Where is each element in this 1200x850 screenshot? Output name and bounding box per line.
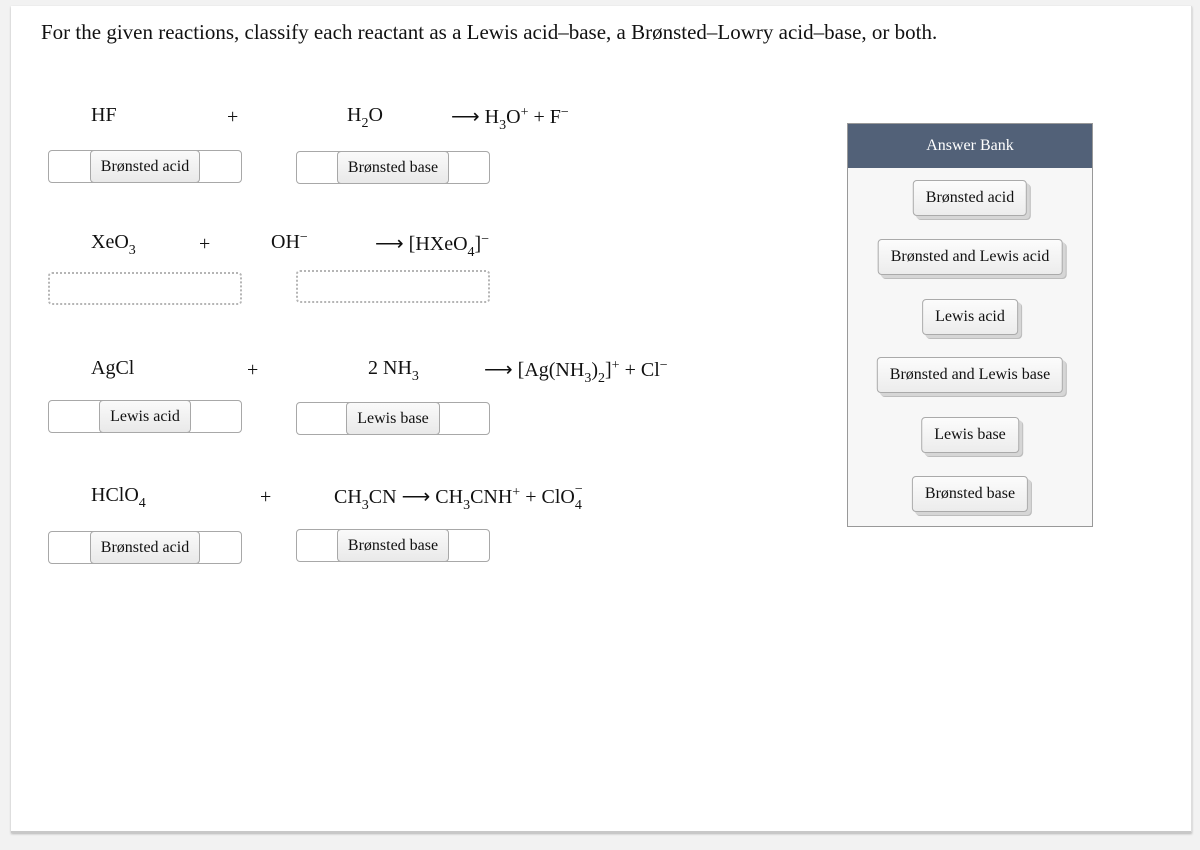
subscript: 4 [467, 245, 475, 260]
subscript: 4 [574, 498, 582, 513]
subscript: 3 [361, 498, 369, 513]
answer-bank-item[interactable]: Brønsted acid [912, 180, 1028, 216]
formula-text: 2 NH [368, 357, 412, 379]
subscript: 3 [463, 498, 471, 513]
answer-bank-item[interactable]: Lewis acid [922, 299, 1018, 335]
answer-bank-item[interactable]: Brønsted and Lewis base [876, 357, 1064, 393]
answer-bank-item[interactable]: Brønsted and Lewis acid [877, 239, 1063, 275]
formula-text: AgCl [91, 357, 135, 379]
superscript: − [560, 105, 569, 120]
formula-text: CN [368, 486, 397, 508]
reaction-4-reactant-1: HClO4 [91, 484, 146, 511]
drop-zone-r4-reactant-2[interactable]: Brønsted base [296, 529, 490, 562]
arrow-icon: ⟶ [484, 359, 513, 381]
superscript: − [659, 358, 668, 373]
answer-chip[interactable]: Brønsted acid [89, 531, 201, 564]
subscript: 3 [128, 243, 136, 258]
reaction-3-products: ⟶ [Ag(NH3)2]+ + Cl− [484, 357, 668, 386]
reaction-1-reactant-2: H2O [347, 104, 383, 131]
question-prompt: For the given reactions, classify each r… [41, 20, 938, 44]
formula-text: + ClO [520, 486, 575, 508]
arrow-icon: ⟶ [401, 486, 431, 508]
formula-text: [Ag(NH [517, 359, 585, 381]
answer-bank-title: Answer Bank [848, 124, 1092, 168]
drop-zone-r3-reactant-2[interactable]: Lewis base [296, 402, 490, 435]
arrow-icon: ⟶ [375, 233, 404, 255]
formula-text: O [506, 106, 521, 128]
plus-sign: + [260, 486, 272, 508]
formula-text: CH [435, 486, 464, 508]
subscript: 3 [411, 369, 419, 384]
formula-text: CNH [470, 486, 513, 508]
drop-zone-r2-reactant-1[interactable] [48, 272, 242, 305]
plus-sign: + [199, 233, 211, 255]
formula-text: ) [591, 359, 598, 381]
answer-bank-item[interactable]: Brønsted base [911, 476, 1029, 512]
formula-text: H [347, 104, 362, 126]
reaction-1-reactant-1: HF [91, 104, 117, 127]
drop-zone-r3-reactant-1[interactable]: Lewis acid [48, 400, 242, 433]
formula-text: CH [334, 486, 362, 508]
answer-bank: Answer Bank Brønsted acid Brønsted and L… [847, 123, 1093, 527]
drop-zone-r1-reactant-1[interactable]: Brønsted acid [48, 150, 242, 183]
reaction-3-reactant-2: 2 NH3 [368, 357, 419, 384]
superscript: − [299, 230, 308, 245]
drop-zone-r1-reactant-2[interactable]: Brønsted base [296, 151, 490, 184]
formula-text: + F [528, 106, 561, 128]
subscript: 2 [598, 371, 605, 386]
answer-chip[interactable]: Lewis acid [99, 400, 191, 433]
formula-text: HClO [91, 484, 139, 506]
formula-text: OH [271, 231, 300, 253]
formula-text: ] [605, 359, 612, 381]
answer-chip[interactable]: Brønsted base [336, 529, 450, 562]
formula-text: O [368, 104, 383, 126]
arrow-icon: ⟶ [451, 106, 480, 128]
sup-sub-pair: −4 [575, 482, 587, 513]
superscript: − [481, 232, 490, 247]
reaction-2-reactant-2: OH− [271, 231, 308, 254]
reaction-3-reactant-1: AgCl [91, 357, 134, 380]
answer-chip[interactable]: Lewis base [346, 402, 440, 435]
formula-text: H [484, 106, 500, 128]
drop-zone-r2-reactant-2[interactable] [296, 270, 490, 303]
answer-bank-item[interactable]: Lewis base [921, 417, 1019, 453]
drop-zone-r4-reactant-1[interactable]: Brønsted acid [48, 531, 242, 564]
formula-text: HF [91, 104, 117, 126]
formula-text: + Cl [619, 359, 660, 381]
plus-sign: + [247, 359, 259, 381]
formula-text: XeO [91, 231, 129, 253]
answer-chip[interactable]: Brønsted base [336, 151, 450, 184]
plus-sign: + [227, 106, 239, 128]
reaction-1-products: ⟶ H3O+ + F− [451, 104, 569, 133]
reaction-4-equation: CH3CN ⟶ CH3CNH+ + ClO −4 [334, 482, 587, 513]
reaction-2-products: ⟶ [HXeO4]− [375, 231, 490, 260]
superscript: − [574, 482, 583, 497]
formula-text: [HXeO [408, 233, 468, 255]
subscript: 4 [138, 496, 146, 511]
reaction-2-reactant-1: XeO3 [91, 231, 136, 258]
answer-chip[interactable]: Brønsted acid [89, 150, 201, 183]
superscript: + [611, 358, 620, 373]
